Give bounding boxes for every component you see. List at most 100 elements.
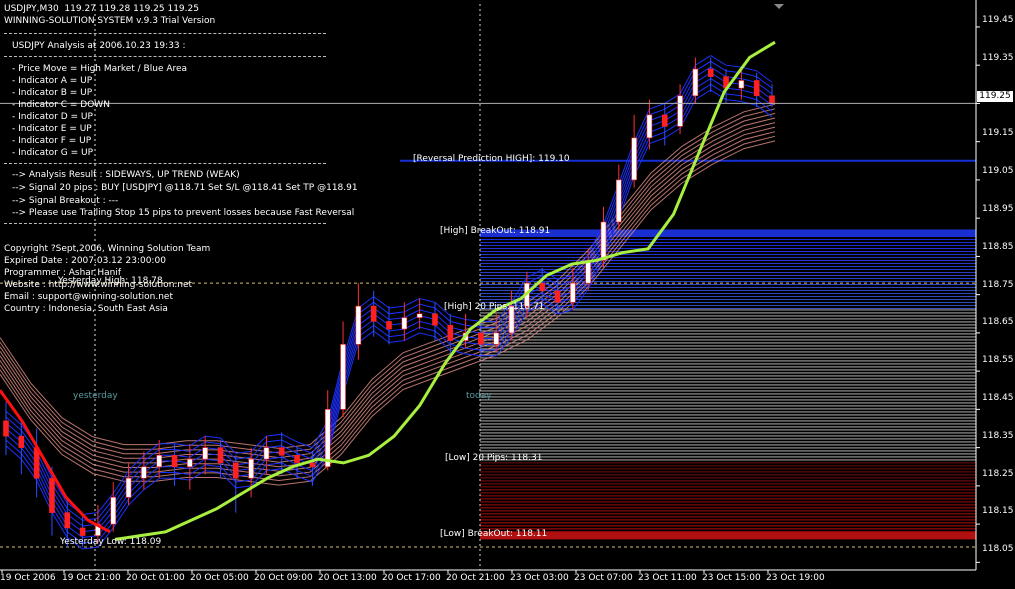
candle-body [340, 344, 346, 410]
candle-body [309, 462, 316, 468]
indicator-line: - Indicator E = UP [12, 124, 92, 134]
candle-body [187, 458, 193, 468]
x-tick-label: 20 Oct 05:00 [190, 573, 249, 583]
candle-body [278, 447, 285, 456]
candle-body [707, 68, 714, 77]
x-tick-label: 20 Oct 09:00 [254, 573, 313, 583]
x-tick-label: 20 Oct 17:00 [382, 573, 441, 583]
result-line: --> Signal 20 pips : BUY [USDJPY] @118.7… [12, 183, 358, 193]
x-tick-label: 23 Oct 03:00 [510, 573, 569, 583]
level-label-high-breakout: [High] BreakOut: 118.91 [440, 226, 551, 236]
y-tick-label: 118.05 [982, 544, 1014, 554]
candle-body [585, 259, 591, 284]
candle-body [493, 332, 500, 345]
candle-body [3, 420, 9, 437]
level-label-yesterday-low: Yesterday Low: 118.09 [60, 537, 162, 547]
day-label-yesterday: yesterday [73, 391, 118, 401]
info-line: Country : Indonesia, South East Asia [4, 304, 168, 314]
y-tick-label: 118.45 [982, 393, 1014, 403]
indicator-line: - Indicator G = UP [12, 148, 93, 158]
system-title: WINNING-SOLUTION SYSTEM v.9.3 Trial Vers… [4, 16, 216, 26]
candle-body [233, 462, 239, 479]
y-tick-label: 119.45 [982, 15, 1014, 25]
candle-body [753, 80, 760, 97]
indicator-line: - Indicator F = UP [12, 136, 92, 146]
candle-body [156, 454, 162, 468]
candle-body [677, 95, 683, 127]
candle-body [18, 435, 25, 448]
candle-body [738, 80, 745, 89]
y-tick-label: 118.75 [982, 280, 1014, 290]
x-tick-label: 23 Oct 11:00 [638, 573, 697, 583]
current-price-marker: 119.25 [977, 91, 1013, 102]
y-tick-label: 119.05 [982, 166, 1014, 176]
x-tick-label: 20 Oct 01:00 [126, 573, 185, 583]
candle-body [432, 313, 438, 326]
candle-body [615, 179, 622, 223]
level-label-low-20pips: [Low] 20 Pips: 118.31 [445, 453, 543, 463]
y-tick-label: 119.15 [982, 128, 1014, 138]
candle-body [600, 221, 607, 261]
candle-body [539, 282, 546, 292]
x-tick-label: 23 Oct 19:00 [766, 573, 825, 583]
x-tick-label: 23 Oct 15:00 [702, 573, 761, 583]
candle-body [386, 321, 392, 330]
candle-body [202, 447, 208, 460]
info-line: Copyright ?Sept,2006, Winning Solution T… [4, 244, 211, 254]
info-line: Email : support@winning-solution.net [4, 292, 173, 302]
y-tick-label: 118.25 [982, 469, 1014, 479]
level-label-reversal-high: [Reversal Prediction HIGH]: 119.10 [413, 154, 570, 164]
candle-body [370, 305, 377, 322]
level-label-yesterday-high: Yesterday High: 118.78 [58, 276, 163, 286]
indicator-line: - Price Move = High Market / Blue Area [12, 64, 188, 74]
day-label-today: today [466, 391, 492, 401]
candle-body [646, 114, 653, 139]
y-tick-label: 119.35 [982, 53, 1014, 63]
candle-body [631, 137, 637, 181]
x-tick-label: 19 Oct 21:00 [62, 573, 121, 583]
zone-breakout-high-band [480, 229, 976, 237]
separator-line [4, 56, 326, 57]
indicator-line: - Indicator A = UP [12, 76, 93, 86]
candle-body [324, 409, 331, 468]
candle-body [416, 313, 423, 318]
separator-line [4, 223, 326, 224]
chart-symbol-ohlc: USDJPY,M30 119.27 119.28 119.25 119.25 [4, 4, 199, 14]
candle-body [248, 458, 254, 479]
candle-body [769, 95, 775, 104]
candle-body [554, 290, 561, 303]
result-line: --> Signal Breakout : --- [12, 196, 119, 206]
indicator-line: - Indicator C = DOWN [12, 100, 110, 110]
candle-body [661, 114, 668, 127]
x-tick-label: 23 Oct 07:00 [574, 573, 633, 583]
result-line: --> Analysis Result : SIDEWAYS, UP TREND… [12, 170, 240, 180]
x-tick-label: 20 Oct 21:00 [446, 573, 505, 583]
level-label-low-breakout: [Low] BreakOut: 118.11 [440, 529, 548, 539]
analysis-title: USDJPY Analysis at 2006.10.23 19:33 : [12, 41, 186, 51]
candle-body [692, 68, 699, 97]
y-tick-label: 118.65 [982, 317, 1014, 327]
candle-body [294, 454, 300, 464]
candle-body [570, 282, 576, 303]
x-tick-label: 19 Oct 2006 [0, 573, 56, 583]
y-tick-label: 118.95 [982, 204, 1014, 214]
candle-body [171, 454, 178, 468]
candle-body [447, 324, 454, 341]
result-line: --> Please use Trailing Stop 15 pips to … [12, 208, 355, 218]
zone-breakout-low-band [480, 531, 976, 540]
candle-body [49, 477, 55, 513]
y-tick-label: 118.85 [982, 242, 1014, 252]
indicator-line: - Indicator D = UP [12, 112, 93, 122]
candle-body [110, 497, 117, 525]
y-tick-label: 118.15 [982, 506, 1014, 516]
level-label-high-20pips: [High] 20 Pips: 118.71 [444, 302, 545, 312]
candle-body [64, 512, 71, 529]
info-line: Expired Date : 2007.03.12 23:00:00 [4, 256, 166, 266]
candle-body [263, 447, 270, 460]
candle-body [217, 447, 224, 464]
candle-body [401, 317, 408, 330]
y-tick-label: 118.55 [982, 355, 1014, 365]
separator-line [4, 33, 326, 34]
candle-body [125, 477, 132, 498]
indicator-line: - Indicator B = UP [12, 88, 93, 98]
